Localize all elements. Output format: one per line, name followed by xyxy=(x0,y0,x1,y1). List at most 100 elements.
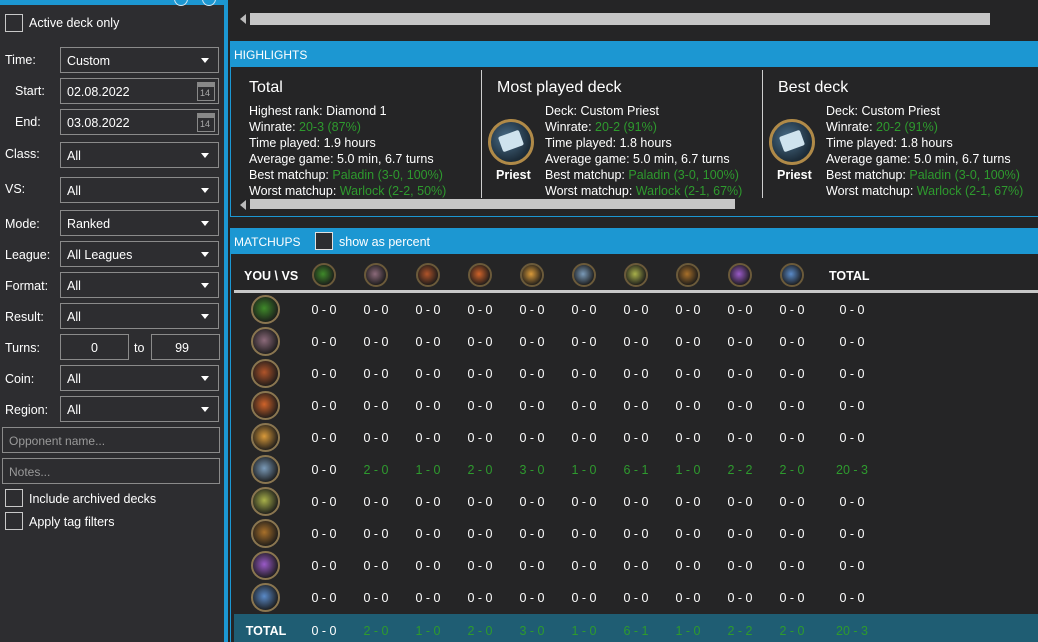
scrollbar-thumb[interactable] xyxy=(250,199,735,209)
notes-input[interactable]: Notes... xyxy=(2,458,220,484)
total-row-cell: 1 - 0 xyxy=(571,624,597,638)
matchup-cell: 0 - 0 xyxy=(363,335,389,349)
matchup-cell: 1 - 0 xyxy=(415,463,441,477)
grand-total-cell: 20 - 3 xyxy=(836,624,868,638)
matchup-cell: 0 - 0 xyxy=(623,431,649,445)
turns-to-label: to xyxy=(134,341,145,355)
end-label: End: xyxy=(15,115,41,129)
matchup-cell: 0 - 0 xyxy=(675,367,701,381)
warrior-icon xyxy=(780,263,804,287)
highlights-horizontal-scrollbar[interactable] xyxy=(240,199,740,211)
coin-select[interactable]: All xyxy=(60,365,219,391)
calendar-icon[interactable]: 14 xyxy=(197,82,215,101)
highlights-separator xyxy=(481,70,482,198)
region-select[interactable]: All xyxy=(60,396,219,422)
paladin-icon xyxy=(251,423,280,452)
scrollbar-thumb[interactable] xyxy=(250,13,990,25)
vs-select[interactable]: All xyxy=(60,177,219,203)
row-total-cell: 20 - 3 xyxy=(836,463,868,477)
priest-deck-icon xyxy=(769,119,815,165)
row-total-cell: 0 - 0 xyxy=(839,559,865,573)
best-deck-title: Best deck xyxy=(778,79,849,96)
matchup-cell: 0 - 0 xyxy=(675,431,701,445)
format-select[interactable]: All xyxy=(60,272,219,298)
matchup-cell: 0 - 0 xyxy=(311,559,337,573)
matchup-cell: 0 - 0 xyxy=(467,367,493,381)
result-select-value: All xyxy=(67,310,81,324)
end-date-field[interactable]: 03.08.2022 14 xyxy=(60,109,219,135)
matchup-cell: 0 - 0 xyxy=(519,303,545,317)
matchup-cell: 0 - 0 xyxy=(415,303,441,317)
matchup-cell: 0 - 0 xyxy=(467,303,493,317)
matchup-cell: 0 - 0 xyxy=(467,495,493,509)
row-total-cell: 0 - 0 xyxy=(839,591,865,605)
matchup-cell: 0 - 0 xyxy=(363,527,389,541)
total-average-game: Average game: 5.0 min, 6.7 turns xyxy=(249,152,434,166)
time-select[interactable]: Custom xyxy=(60,47,219,73)
mage-icon xyxy=(251,391,280,420)
show-as-percent-label: show as percent xyxy=(339,235,431,249)
matchup-cell: 0 - 0 xyxy=(311,495,337,509)
druid-icon xyxy=(364,263,388,287)
vs-label: VS: xyxy=(5,182,26,196)
matchup-cell: 0 - 0 xyxy=(311,431,337,445)
matchup-cell: 0 - 0 xyxy=(675,527,701,541)
matchup-cell: 0 - 0 xyxy=(727,367,753,381)
coin-label: Coin: xyxy=(5,372,35,386)
active-deck-only-checkbox[interactable] xyxy=(5,14,23,32)
matchup-cell: 0 - 0 xyxy=(779,495,805,509)
total-row-cell: 2 - 0 xyxy=(779,624,805,638)
calendar-icon[interactable]: 14 xyxy=(197,113,215,132)
league-label: League: xyxy=(5,248,51,262)
scroll-left-arrow-icon[interactable] xyxy=(240,14,246,24)
matchup-cell: 0 - 0 xyxy=(623,495,649,509)
most-played-average-game: Average game: 5.0 min, 6.7 turns xyxy=(545,152,730,166)
matchup-cell: 0 - 0 xyxy=(363,367,389,381)
matchup-cell: 0 - 0 xyxy=(675,335,701,349)
dropdown-arrow-icon xyxy=(201,376,209,381)
matchup-cell: 0 - 0 xyxy=(311,399,337,413)
format-select-value: All xyxy=(67,279,81,293)
show-as-percent-checkbox[interactable] xyxy=(315,232,333,250)
turns-label: Turns: xyxy=(5,341,40,355)
matchup-cell: 0 - 0 xyxy=(311,367,337,381)
matchup-cell: 0 - 0 xyxy=(311,591,337,605)
collapse-circle-icon[interactable] xyxy=(174,0,188,6)
result-select[interactable]: All xyxy=(60,303,219,329)
turns-to-input[interactable]: 99 xyxy=(151,334,220,360)
matchup-cell: 0 - 0 xyxy=(779,591,805,605)
priest-icon xyxy=(572,263,596,287)
turns-from-input[interactable]: 0 xyxy=(60,334,129,360)
matchup-cell: 0 - 0 xyxy=(467,399,493,413)
mode-select[interactable]: Ranked xyxy=(60,210,219,236)
league-select[interactable]: All Leagues xyxy=(60,241,219,267)
hunter-icon xyxy=(416,263,440,287)
matchup-cell: 0 - 0 xyxy=(311,463,337,477)
total-column-header: TOTAL xyxy=(829,269,870,283)
class-label: Class: xyxy=(5,147,40,161)
demon-hunter-icon xyxy=(312,263,336,287)
matchup-cell: 0 - 0 xyxy=(363,303,389,317)
most-played-class: Priest xyxy=(496,168,531,182)
matchup-cell: 0 - 0 xyxy=(467,591,493,605)
start-date-field[interactable]: 02.08.2022 14 xyxy=(60,78,219,104)
matchup-cell: 1 - 0 xyxy=(675,463,701,477)
sidebar-divider xyxy=(224,0,228,642)
dropdown-arrow-icon xyxy=(201,153,209,158)
include-archived-checkbox[interactable] xyxy=(5,489,23,507)
close-circle-icon[interactable] xyxy=(202,0,216,6)
total-row-label: TOTAL xyxy=(245,624,287,638)
scroll-left-arrow-icon[interactable] xyxy=(240,200,246,210)
opponent-name-input[interactable]: Opponent name... xyxy=(2,427,220,453)
apply-tag-filters-checkbox[interactable] xyxy=(5,512,23,530)
total-best-matchup: Best matchup: Paladin (3-0, 100%) xyxy=(249,168,443,182)
row-total-cell: 0 - 0 xyxy=(839,367,865,381)
class-select[interactable]: All xyxy=(60,142,219,168)
matchup-cell: 6 - 1 xyxy=(623,463,649,477)
matchup-cell: 0 - 0 xyxy=(415,527,441,541)
matchup-cell: 0 - 0 xyxy=(779,559,805,573)
matchup-cell: 0 - 0 xyxy=(727,335,753,349)
matchup-cell: 0 - 0 xyxy=(467,527,493,541)
top-horizontal-scrollbar[interactable] xyxy=(240,13,1000,25)
matchup-cell: 0 - 0 xyxy=(727,431,753,445)
